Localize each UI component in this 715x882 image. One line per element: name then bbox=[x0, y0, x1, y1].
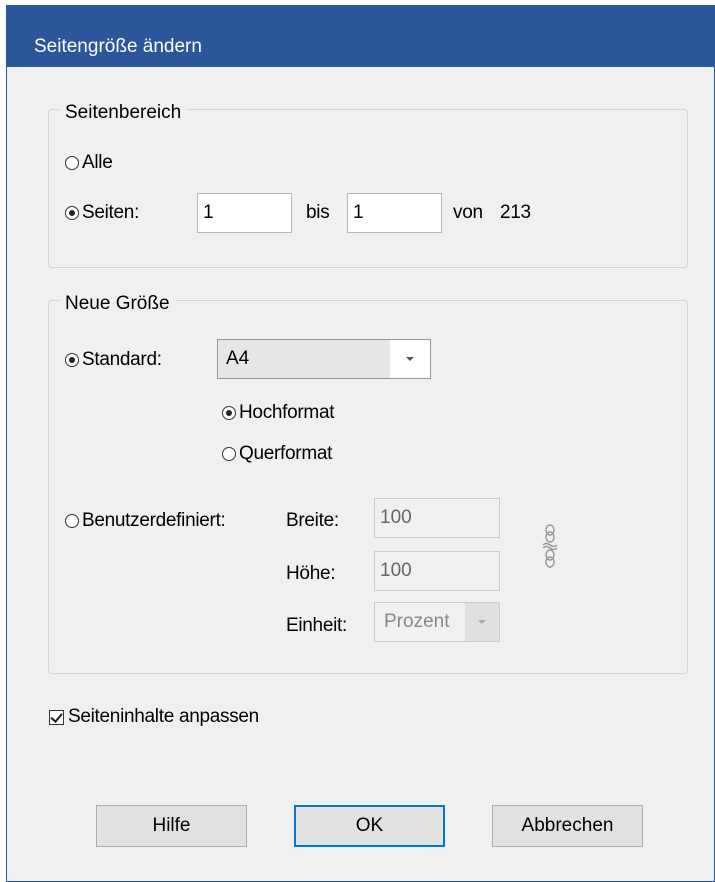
cancel-button[interactable]: Abbrechen bbox=[492, 805, 643, 847]
custom-label[interactable]: Benutzerdefiniert: bbox=[82, 510, 226, 532]
unit-value: Prozent bbox=[384, 611, 450, 632]
unit-label: Einheit: bbox=[286, 615, 347, 636]
all-pages-label[interactable]: Alle bbox=[82, 152, 113, 174]
dialog-title: Seitengröße ändern bbox=[34, 36, 202, 57]
all-pages-radio[interactable] bbox=[65, 156, 79, 170]
to-label: bis bbox=[306, 202, 330, 223]
title-bar: Seitengröße ändern bbox=[6, 5, 715, 67]
standard-size-dropdown-button[interactable] bbox=[390, 340, 430, 378]
page-from-input[interactable]: 1 bbox=[197, 193, 292, 233]
standard-size-select[interactable]: A4 bbox=[217, 339, 431, 379]
pages-radio[interactable] bbox=[65, 206, 79, 220]
custom-radio[interactable] bbox=[65, 514, 79, 528]
portrait-radio[interactable] bbox=[222, 406, 236, 420]
standard-size-value: A4 bbox=[226, 348, 250, 369]
pages-label[interactable]: Seiten: bbox=[82, 202, 139, 224]
page-range-legend: Seitenbereich bbox=[59, 102, 188, 124]
standard-radio[interactable] bbox=[65, 353, 79, 367]
of-label: von bbox=[453, 202, 483, 223]
landscape-label[interactable]: Querformat bbox=[239, 443, 332, 465]
fit-content-label[interactable]: Seiteninhalte anpassen bbox=[68, 706, 259, 728]
landscape-radio[interactable] bbox=[222, 447, 236, 461]
help-button[interactable]: Hilfe bbox=[96, 805, 247, 847]
width-input[interactable]: 100 bbox=[374, 498, 500, 538]
width-label: Breite: bbox=[286, 510, 339, 531]
page-range-group bbox=[48, 109, 688, 268]
unit-dropdown-button[interactable] bbox=[465, 603, 499, 641]
ok-button[interactable]: OK bbox=[294, 805, 445, 847]
new-size-legend: Neue Größe bbox=[59, 293, 176, 315]
chevron-down-icon bbox=[478, 620, 486, 624]
chevron-down-icon bbox=[406, 357, 414, 361]
unit-select[interactable]: Prozent bbox=[374, 602, 500, 642]
page-to-input[interactable]: 1 bbox=[347, 193, 442, 233]
check-icon bbox=[50, 710, 63, 723]
chain-link-icon[interactable] bbox=[541, 522, 559, 568]
total-pages: 213 bbox=[500, 202, 531, 223]
height-input[interactable]: 100 bbox=[374, 551, 500, 591]
portrait-label[interactable]: Hochformat bbox=[239, 402, 335, 424]
standard-label[interactable]: Standard: bbox=[82, 349, 162, 371]
height-label: Höhe: bbox=[286, 563, 336, 584]
resize-pages-dialog: Seitengröße ändern Seitenbereich Alle Se… bbox=[6, 5, 715, 882]
fit-content-checkbox[interactable] bbox=[49, 710, 64, 725]
